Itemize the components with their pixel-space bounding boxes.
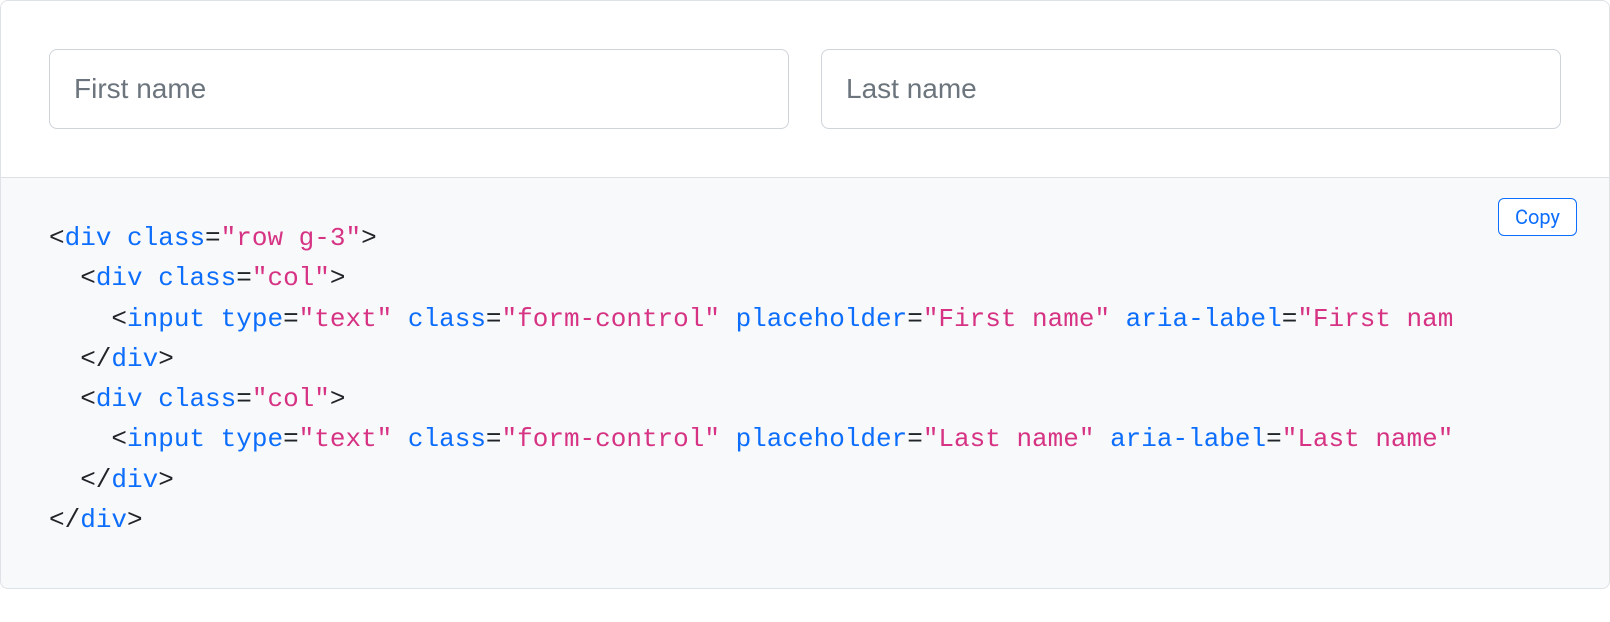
code-token: type xyxy=(221,304,283,334)
code-token: div xyxy=(65,223,112,253)
code-token: = xyxy=(486,424,502,454)
code-token: > xyxy=(158,344,174,374)
form-row xyxy=(49,49,1561,129)
code-token: type xyxy=(221,424,283,454)
code-token: > xyxy=(330,263,346,293)
copy-button[interactable]: Copy xyxy=(1498,198,1577,236)
code-token: < xyxy=(49,223,65,253)
code-token: "text" xyxy=(299,304,393,334)
code-token: "text" xyxy=(299,424,393,454)
code-token: < xyxy=(49,424,127,454)
code-token: div xyxy=(111,344,158,374)
code-token: div xyxy=(96,384,143,414)
code-token: aria-label xyxy=(1126,304,1282,334)
code-token: "First name" xyxy=(923,304,1110,334)
code-token: "row g-3" xyxy=(221,223,361,253)
code-token xyxy=(143,384,159,414)
code-token: "col" xyxy=(252,384,330,414)
code-token: < xyxy=(49,384,96,414)
code-token: class xyxy=(408,424,486,454)
code-token: div xyxy=(96,263,143,293)
code-token xyxy=(720,424,736,454)
code-token: = xyxy=(1282,304,1298,334)
code-token: = xyxy=(236,263,252,293)
code-token: = xyxy=(1266,424,1282,454)
code-token: "form-control" xyxy=(502,424,720,454)
code-token: < xyxy=(49,304,127,334)
code-token: "Last name" xyxy=(1282,424,1454,454)
form-col-last xyxy=(821,49,1561,129)
code-token: class xyxy=(127,223,205,253)
code-token xyxy=(392,424,408,454)
code-token: = xyxy=(283,304,299,334)
form-col-first xyxy=(49,49,789,129)
code-token: = xyxy=(205,223,221,253)
code-token xyxy=(143,263,159,293)
code-token: class xyxy=(158,263,236,293)
first-name-input[interactable] xyxy=(49,49,789,129)
last-name-input[interactable] xyxy=(821,49,1561,129)
code-token xyxy=(205,424,221,454)
code-token: div xyxy=(111,465,158,495)
code-token: < xyxy=(49,263,96,293)
code-token: > xyxy=(330,384,346,414)
code-token: input xyxy=(127,424,205,454)
code-token: class xyxy=(158,384,236,414)
code-token: placeholder xyxy=(736,304,908,334)
code-token xyxy=(720,304,736,334)
code-token: aria-label xyxy=(1110,424,1266,454)
code-token: > xyxy=(361,223,377,253)
code-token: = xyxy=(486,304,502,334)
code-token xyxy=(111,223,127,253)
code-token: "First nam xyxy=(1297,304,1453,334)
code-snippet: <div class="row g-3"> <div class="col"> … xyxy=(49,218,1561,540)
code-token: > xyxy=(158,465,174,495)
code-token: = xyxy=(283,424,299,454)
code-token: "form-control" xyxy=(502,304,720,334)
code-token xyxy=(392,304,408,334)
code-token: placeholder xyxy=(736,424,908,454)
code-token xyxy=(1110,304,1126,334)
code-token: "col" xyxy=(252,263,330,293)
code-token: = xyxy=(907,304,923,334)
code-token xyxy=(1094,424,1110,454)
code-token: </ xyxy=(49,465,111,495)
code-block: Copy <div class="row g-3"> <div class="c… xyxy=(0,178,1610,589)
code-token: div xyxy=(80,505,127,535)
code-token: </ xyxy=(49,344,111,374)
code-token xyxy=(205,304,221,334)
example-preview xyxy=(1,1,1609,177)
code-token: = xyxy=(236,384,252,414)
example-container xyxy=(0,0,1610,178)
code-token: = xyxy=(907,424,923,454)
code-token: "Last name" xyxy=(923,424,1095,454)
code-token: > xyxy=(127,505,143,535)
code-token: class xyxy=(408,304,486,334)
code-token: input xyxy=(127,304,205,334)
code-token: </ xyxy=(49,505,80,535)
